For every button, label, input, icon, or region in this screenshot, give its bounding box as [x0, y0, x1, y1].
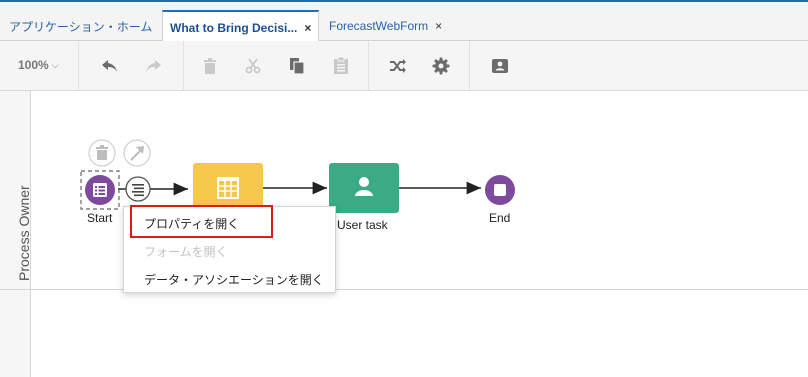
end-event-label: End — [489, 211, 511, 225]
properties-menu-button[interactable] — [125, 176, 151, 202]
start-event-label: Start — [87, 211, 113, 225]
stop-icon — [494, 184, 506, 196]
table-icon — [217, 177, 239, 199]
connect-node-button[interactable] — [123, 139, 151, 167]
delete-node-button[interactable] — [88, 139, 116, 167]
process-canvas — [80, 139, 515, 213]
form-icon — [93, 183, 107, 197]
trash-icon — [96, 145, 108, 160]
menu-item-open-form: フォームを開く — [144, 245, 228, 259]
end-event[interactable] — [485, 175, 515, 205]
user-task-label: User task — [337, 218, 388, 232]
start-event[interactable] — [85, 175, 115, 205]
user-task[interactable] — [329, 163, 399, 213]
menu-item-open-data-association[interactable]: データ・アソシエーションを開く — [144, 271, 324, 288]
highlight-annotation — [130, 205, 273, 238]
